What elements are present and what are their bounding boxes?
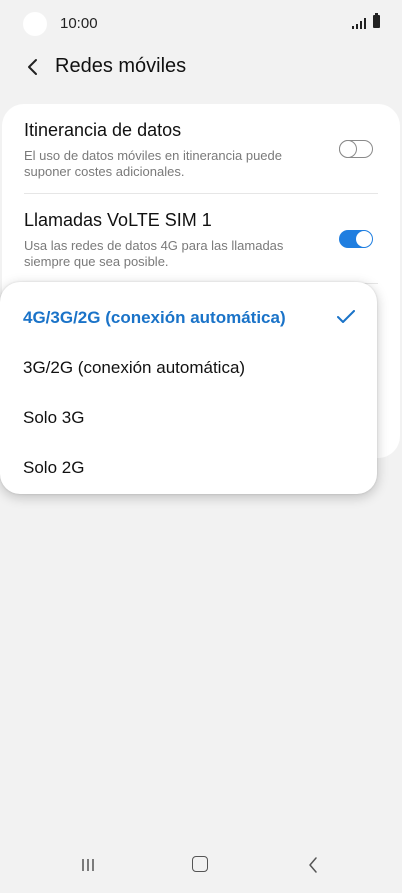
home-icon[interactable] bbox=[192, 856, 208, 872]
network-mode-option[interactable]: Solo 2G bbox=[0, 438, 377, 488]
network-mode-option[interactable]: 4G/3G/2G (conexión automática) bbox=[0, 288, 377, 338]
back-icon[interactable] bbox=[306, 856, 320, 874]
status-time: 10:00 bbox=[60, 15, 98, 32]
option-label: 3G/2G (conexión automática) bbox=[23, 358, 246, 377]
roaming-toggle[interactable] bbox=[338, 139, 373, 158]
volte-toggle[interactable] bbox=[339, 230, 373, 248]
navigation-bar bbox=[0, 837, 402, 893]
setting-data-roaming[interactable]: Itinerancia de datos El uso de datos móv… bbox=[24, 104, 378, 192]
network-mode-option[interactable]: 3G/2G (conexión automática) bbox=[0, 338, 377, 388]
back-arrow-icon[interactable] bbox=[22, 54, 42, 80]
status-bar: 10:00 bbox=[0, 0, 402, 48]
setting-description: Usa las redes de datos 4G para las llama… bbox=[24, 238, 284, 269]
network-mode-popup: 4G/3G/2G (conexión automática) 3G/2G (co… bbox=[0, 282, 377, 494]
signal-icon bbox=[352, 18, 366, 29]
setting-title: Itinerancia de datos bbox=[24, 120, 182, 140]
battery-icon bbox=[373, 13, 380, 28]
recents-icon[interactable] bbox=[80, 857, 96, 873]
option-label: 4G/3G/2G (conexión automática) bbox=[23, 308, 286, 327]
option-label: Solo 3G bbox=[23, 408, 85, 427]
setting-description: El uso de datos móviles en itinerancia p… bbox=[24, 148, 282, 179]
option-label: Solo 2G bbox=[23, 458, 85, 477]
page-title: Redes móviles bbox=[55, 55, 187, 77]
app-header: Redes móviles bbox=[0, 48, 402, 88]
network-mode-option[interactable]: Solo 3G bbox=[0, 388, 377, 438]
setting-volte-sim1[interactable]: Llamadas VoLTE SIM 1 Usa las redes de da… bbox=[24, 194, 378, 282]
camera-icon bbox=[23, 12, 47, 36]
check-icon bbox=[337, 310, 355, 323]
toggle-knob bbox=[338, 139, 357, 158]
toggle-knob bbox=[356, 231, 372, 247]
setting-title: Llamadas VoLTE SIM 1 bbox=[24, 210, 212, 230]
